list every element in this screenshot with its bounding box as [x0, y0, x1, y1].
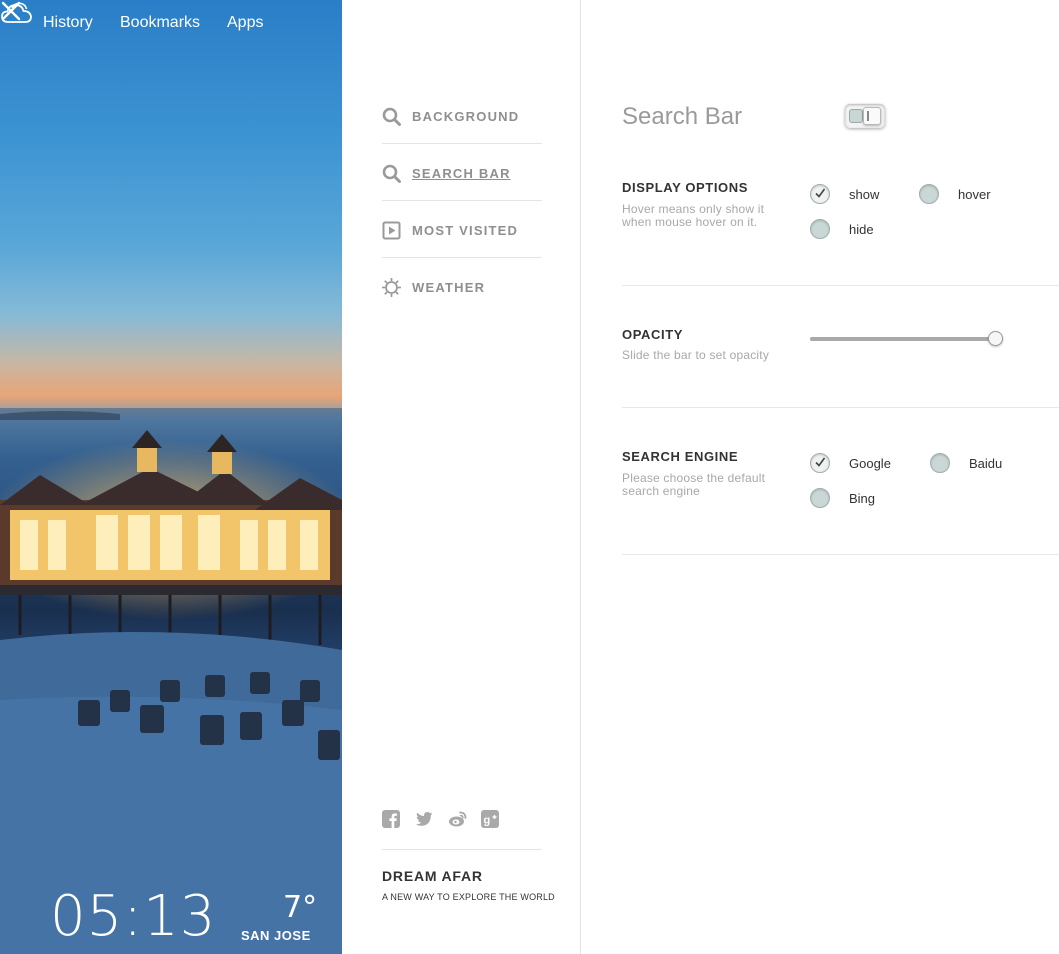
opacity-slider-thumb[interactable] [988, 331, 1003, 346]
radio-label: hide [849, 222, 874, 237]
search-bar-toggle[interactable] [845, 104, 885, 128]
radio-dot [810, 219, 830, 239]
google-plus-icon[interactable]: g [481, 810, 499, 828]
radio-dot [930, 453, 950, 473]
bookmarks-link[interactable]: Bookmarks [120, 14, 200, 32]
brand-name: DREAM AFAR [382, 868, 483, 884]
settings-menu: BACKGROUND SEARCH BAR MOST VISITED WEATH… [342, 0, 581, 954]
opacity-slider-track[interactable] [810, 331, 1003, 346]
search-bar-settings: Search Bar DISPLAY OPTIONS Hover means o… [581, 0, 1059, 954]
background-image-panel: History Bookmarks Apps 05:13 7° SAN JOSE [0, 0, 342, 954]
facebook-icon[interactable] [382, 810, 400, 828]
apps-link[interactable]: Apps [227, 14, 263, 32]
radio-dot [810, 488, 830, 508]
toggle-track-indicator [849, 109, 863, 123]
checkmark-icon [815, 188, 826, 198]
display-options-title: DISPLAY OPTIONS [622, 180, 749, 195]
weibo-icon[interactable] [448, 810, 468, 828]
cloud-icon [1, 2, 32, 23]
play-icon [382, 221, 401, 240]
section-divider [622, 285, 1059, 286]
opacity-description: Slide the bar to set opacity [622, 348, 770, 362]
city-name: SAN JOSE [241, 928, 311, 943]
checkmark-icon [815, 457, 826, 467]
menu-item-background[interactable]: BACKGROUND [382, 87, 542, 144]
pier-pavilion-photo [0, 408, 342, 954]
menu-item-weather[interactable]: WEATHER [382, 258, 542, 315]
sun-icon [382, 278, 401, 297]
menu-item-label: WEATHER [412, 280, 486, 295]
radio-label: Bing [849, 491, 876, 506]
menu-item-most-visited[interactable]: MOST VISITED [382, 201, 542, 258]
menu-item-label: SEARCH BAR [412, 166, 511, 181]
menu-item-label: MOST VISITED [412, 223, 519, 238]
opacity-title: OPACITY [622, 327, 684, 342]
opacity-slider-fill [810, 337, 1003, 341]
temperature: 7° [283, 890, 318, 925]
top-navigation: History Bookmarks Apps [0, 0, 342, 46]
search-engine-title: SEARCH ENGINE [622, 449, 739, 464]
radio-dot [919, 184, 939, 204]
svg-text:g: g [484, 815, 491, 827]
display-options-description: Hover means only show it when mouse hove… [622, 202, 765, 229]
search-icon [382, 107, 401, 126]
radio-label: show [849, 187, 880, 202]
radio-label: Google [849, 456, 891, 471]
history-link[interactable]: History [43, 14, 93, 32]
search-engine-description: Please choose the default search engine [622, 471, 766, 498]
toggle-grip [867, 111, 869, 121]
radio-label: hover [958, 187, 991, 202]
twitter-icon[interactable] [415, 810, 433, 828]
search-icon [382, 164, 401, 183]
page-title: Search Bar [622, 103, 743, 130]
toggle-knob [863, 107, 881, 125]
menu-item-search-bar[interactable]: SEARCH BAR [382, 144, 542, 201]
brand-divider [382, 849, 542, 850]
clock-time: 05:13 [50, 884, 217, 949]
brand-tagline: A NEW WAY TO EXPLORE THE WORLD [382, 892, 555, 902]
section-divider [622, 407, 1059, 408]
radio-label: Baidu [969, 456, 1003, 471]
menu-item-label: BACKGROUND [412, 109, 520, 124]
section-divider [622, 554, 1059, 555]
